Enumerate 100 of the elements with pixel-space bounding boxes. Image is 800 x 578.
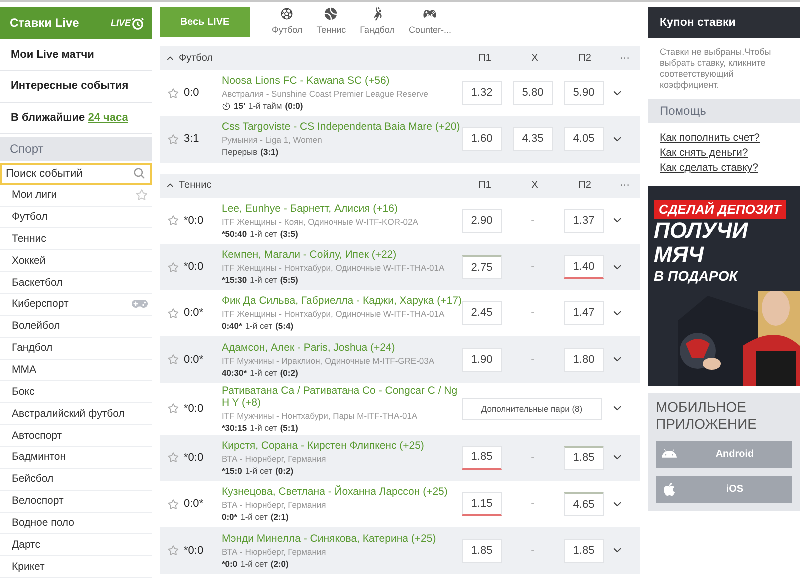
odds-button[interactable]: 5.90 (564, 81, 604, 106)
sport-item[interactable]: Крикет (0, 556, 152, 578)
section-title: Теннис (179, 180, 212, 192)
promo-banner[interactable]: СДЕЛАЙ ДЕПОЗИТ ПОЛУЧИ МЯЧ В ПОДАРОК (648, 186, 800, 386)
sport-item[interactable]: Автоспорт (0, 425, 152, 447)
odds-button[interactable]: 1.60 (462, 127, 502, 152)
menu-item[interactable]: В ближайшие 24 часа (0, 102, 152, 134)
odds-button[interactable]: 4.65 (564, 492, 604, 516)
sport-item[interactable]: Футбол (0, 206, 152, 228)
sport-tab[interactable]: Футбол (268, 7, 307, 35)
sport-item[interactable]: Водное поло (0, 512, 152, 534)
coupon-message: Ставки не выбраны.Чтобы выбрать ставку, кликните соответствующий коэффициент. (660, 47, 772, 91)
match-score: 3:1 (184, 133, 200, 146)
odds-button[interactable]: 4.05 (564, 127, 604, 152)
match-score: *0:0 (184, 214, 205, 227)
help-link[interactable]: Как пополнить счет? (660, 132, 788, 144)
period-score: (0:2) (276, 466, 294, 476)
period-score: (2:1) (270, 512, 289, 522)
league-name: ITF Женщины - Нонтхабури, Одиночные W-ITF-THA-01A (222, 309, 446, 320)
odds-button[interactable]: 1.85 (462, 446, 502, 470)
column-header: П1 (478, 180, 492, 192)
period-score: (5:4) (276, 321, 294, 332)
match-clock: 15' (234, 101, 246, 112)
match-score: *0:0 (184, 544, 205, 557)
match-period: 1-й сет (250, 422, 278, 433)
odds-button[interactable]: 2.90 (462, 208, 502, 233)
search-field[interactable]: Поиск событий (0, 162, 152, 185)
match-clock: *50:40 (222, 228, 248, 239)
sport-tab[interactable]: Теннис (312, 7, 350, 35)
menu-item[interactable]: Интересные события (0, 71, 152, 103)
column-header: П1 (478, 52, 492, 64)
live-bets-title: Ставки Live (10, 16, 80, 30)
column-header: П2 (578, 180, 592, 192)
match-period: 1-й сет (250, 228, 278, 239)
match-clock: 0:0* (222, 512, 238, 522)
match-clock: *0:0 (222, 558, 238, 569)
column-header: Х (530, 52, 540, 64)
odds-button[interactable]: 1.85 (564, 538, 604, 563)
help-link[interactable]: Как снять деньги? (660, 147, 788, 159)
match-clock: *15:30 (222, 275, 248, 286)
sport-tab[interactable]: Counter-... (404, 7, 456, 35)
menu-item[interactable]: Мои Live матчи (0, 39, 152, 71)
odds-button[interactable]: 4.35 (513, 127, 553, 152)
sport-item[interactable]: Киберспорт (0, 294, 152, 316)
match-clock: 0:40* (222, 321, 242, 332)
match-score: 0:0* (184, 354, 205, 366)
match-period: 1-й тайм (248, 101, 282, 112)
more-button[interactable]: ··· (610, 52, 640, 64)
sport-item[interactable]: Бейсбол (0, 468, 152, 491)
odds-button[interactable]: 1.47 (564, 301, 604, 326)
period-score: (0:0) (285, 101, 304, 112)
sport-item[interactable]: Мои лиги (0, 184, 152, 207)
sport-item[interactable]: Волейбол (0, 316, 152, 338)
sport-item[interactable]: Бокс (0, 381, 152, 404)
help-link[interactable]: Как сделать ставку? (660, 162, 788, 174)
odds-button[interactable]: 1.37 (564, 208, 604, 233)
column-header: Х (530, 180, 540, 192)
sport-item[interactable]: ММА (0, 360, 152, 382)
odds-button[interactable]: 1.85 (564, 446, 604, 470)
league-name: ITF Мужчины - Ираклион, Одиночные M-ITF-GRE-03A (222, 356, 436, 366)
odds-button[interactable]: 2.75 (462, 255, 502, 280)
sport-item[interactable]: Бадминтон (0, 446, 152, 469)
period-score: (2:0) (270, 558, 289, 569)
more-button[interactable]: ··· (610, 180, 640, 192)
league-name: Австралия - Sunshine Coast Premier League Reserve (222, 89, 430, 100)
period-score: (3:5) (280, 228, 298, 239)
match-score: 0:0 (184, 87, 200, 100)
odds-button[interactable]: 1.85 (462, 538, 502, 563)
league-name: ВТА - Нюрнберг, Германия (222, 454, 328, 464)
sport-item[interactable]: Баскетбол (0, 272, 152, 294)
sport-item[interactable]: Теннис (0, 228, 152, 250)
match-period: 1-й сет (250, 275, 278, 286)
match-period: 1-й сет (245, 321, 273, 332)
match-score: *0:0 (184, 402, 205, 415)
match-period: 1-й сет (250, 368, 278, 378)
match-clock: 40:30* (222, 368, 248, 378)
sport-item[interactable]: Гандбол (0, 338, 152, 360)
league-name: ITF Мужчины - Нонтхабури, Пары M-ITF-THA-01A (222, 410, 419, 421)
sport-tab[interactable]: Гандбол (356, 7, 399, 35)
sport-item[interactable]: Велоспорт (0, 490, 152, 513)
sport-item[interactable]: Дартс (0, 534, 152, 556)
sport-item[interactable]: Хоккей (0, 250, 152, 272)
sport-item[interactable]: Австралийский футбол (0, 403, 152, 426)
extra-bets-button[interactable]: Дополнительные пари (8) (462, 398, 602, 420)
match-period: 1-й сет (240, 512, 268, 522)
odds-button[interactable]: 5.80 (513, 81, 553, 106)
banner-headline: В ПОДАРОК (654, 267, 738, 285)
mobile-app-title: МОБИЛЬНОЕ ПРИЛОЖЕНИЕ (656, 399, 758, 433)
odds-button[interactable]: 1.32 (462, 81, 502, 106)
odds-button[interactable]: 1.40 (564, 255, 604, 280)
banner-headline: МЯЧ (654, 243, 704, 267)
period-score: (0:2) (280, 368, 298, 378)
odds-button[interactable]: 1.90 (462, 348, 502, 372)
league-name: Румыния - Liga 1, Women (222, 135, 324, 146)
odds-button[interactable]: 1.15 (462, 492, 502, 516)
banner-tag: СДЕЛАЙ ДЕПОЗИТ (654, 200, 786, 219)
match-period: Перерыв (222, 147, 258, 158)
live-logo-text: LIVE (110, 18, 131, 28)
odds-button[interactable]: 1.80 (564, 348, 604, 372)
odds-button[interactable]: 2.45 (462, 301, 502, 326)
